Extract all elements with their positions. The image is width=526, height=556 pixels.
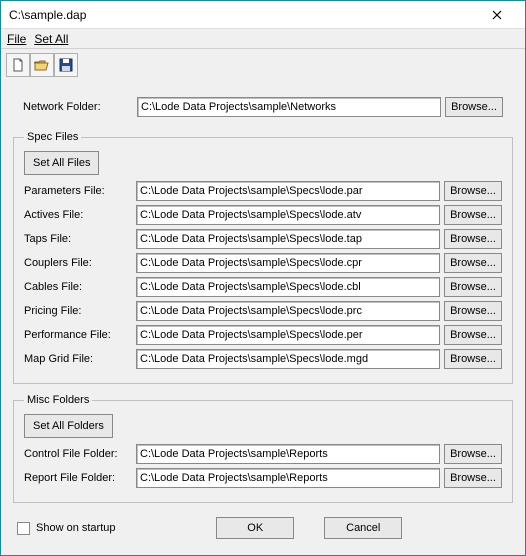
network-folder-browse-button[interactable]: Browse... [445,97,503,117]
show-on-startup-label: Show on startup [36,522,116,534]
misc-folders-legend: Misc Folders [24,394,92,406]
network-folder-label: Network Folder: [23,101,133,113]
set-all-folders-button[interactable]: Set All Folders [24,414,113,438]
save-icon [59,58,73,72]
spec-file-1-browse-button[interactable]: Browse... [444,205,502,225]
spec-file-6-browse-button[interactable]: Browse... [444,325,502,345]
spec-file-6-input[interactable] [136,325,440,345]
misc-folders-group: Misc Folders Set All Folders Control Fil… [13,394,513,503]
spec-file-7-browse-button[interactable]: Browse... [444,349,502,369]
spec-file-2-browse-button[interactable]: Browse... [444,229,502,249]
checkbox-icon [17,522,30,535]
misc-folder-0-input[interactable] [136,444,440,464]
spec-file-3-input[interactable] [136,253,440,273]
toolbar-open-button[interactable] [30,53,54,77]
open-folder-icon [34,58,50,72]
misc-folder-1-browse-button[interactable]: Browse... [444,468,502,488]
cancel-button[interactable]: Cancel [324,517,402,539]
spec-file-7-input[interactable] [136,349,440,369]
close-button[interactable] [477,3,517,27]
network-folder-input[interactable] [137,97,441,117]
spec-file-0-browse-button[interactable]: Browse... [444,181,502,201]
spec-file-2-label: Taps File: [24,233,132,245]
spec-file-0-label: Parameters File: [24,185,132,197]
spec-file-4-label: Cables File: [24,281,132,293]
toolbar-save-button[interactable] [54,53,78,77]
misc-folder-0-browse-button[interactable]: Browse... [444,444,502,464]
spec-file-5-label: Pricing File: [24,305,132,317]
window-title: C:\sample.dap [9,8,477,22]
ok-button[interactable]: OK [216,517,294,539]
misc-folder-1-input[interactable] [136,468,440,488]
misc-folder-0-label: Control File Folder: [24,448,132,460]
menu-set-all[interactable]: Set All [34,32,68,46]
set-all-files-button[interactable]: Set All Files [24,151,99,175]
spec-file-7-label: Map Grid File: [24,353,132,365]
show-on-startup-checkbox[interactable]: Show on startup [17,522,116,535]
misc-folder-1-label: Report File Folder: [24,472,132,484]
menu-file[interactable]: File [7,32,26,46]
spec-file-4-input[interactable] [136,277,440,297]
spec-file-5-input[interactable] [136,301,440,321]
close-icon [492,10,502,20]
spec-file-4-browse-button[interactable]: Browse... [444,277,502,297]
spec-file-5-browse-button[interactable]: Browse... [444,301,502,321]
spec-file-0-input[interactable] [136,181,440,201]
spec-file-3-browse-button[interactable]: Browse... [444,253,502,273]
spec-file-1-input[interactable] [136,205,440,225]
new-file-icon [11,58,25,72]
spec-files-legend: Spec Files [24,131,81,143]
spec-file-6-label: Performance File: [24,329,132,341]
toolbar-new-button[interactable] [6,53,30,77]
spec-files-group: Spec Files Set All Files Parameters File… [13,131,513,384]
spec-file-3-label: Couplers File: [24,257,132,269]
spec-file-1-label: Actives File: [24,209,132,221]
spec-file-2-input[interactable] [136,229,440,249]
